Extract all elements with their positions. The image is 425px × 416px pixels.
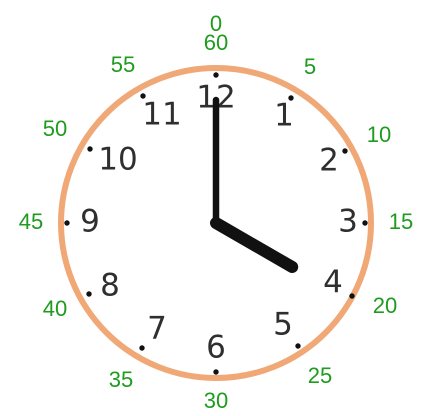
clock-face: 12 1 2 3 4 5 6 7 8 9 10 11 60 5 10 15 20 25 30 35 40 45 50 55 … xyxy=(0,0,425,416)
minute-label-20: 20 xyxy=(373,293,397,318)
hour-hand xyxy=(210,217,299,273)
minute-label-10: 10 xyxy=(367,122,391,147)
minute-label-25: 25 xyxy=(308,363,332,388)
hour-dot-6 xyxy=(213,369,219,375)
hour-dot-7 xyxy=(139,345,145,351)
hour-dot-10 xyxy=(87,146,93,152)
hour-label-8: 8 xyxy=(100,268,120,304)
hour-dot-9 xyxy=(64,220,70,226)
hour-dot-4 xyxy=(349,293,355,299)
minute-label-30: 30 xyxy=(204,388,228,413)
hour-label-9: 9 xyxy=(80,204,100,240)
hour-dot-12 xyxy=(213,72,219,78)
hour-label-5: 5 xyxy=(273,307,293,343)
hour-label-1: 1 xyxy=(274,98,294,134)
minute-label-55: 55 xyxy=(111,52,135,77)
hour-label-4: 4 xyxy=(323,265,343,301)
minute-label-50: 50 xyxy=(43,116,67,141)
hour-dot-2 xyxy=(342,148,348,154)
analog-clock-svg: 12 1234567891011 60510152025303540455055 … xyxy=(19,11,413,413)
hour-label-2: 2 xyxy=(319,143,339,179)
hour-label-6: 6 xyxy=(206,330,226,366)
hour-dot-3 xyxy=(362,220,368,226)
minute-label-15: 15 xyxy=(389,209,413,234)
hour-label-3: 3 xyxy=(338,204,358,240)
hour-label-7: 7 xyxy=(147,311,167,347)
hour-dot-8 xyxy=(86,291,92,297)
hour-label-10: 10 xyxy=(98,142,137,178)
minute-label-40: 40 xyxy=(43,296,67,321)
minute-label-top-zero: 0 xyxy=(210,11,222,36)
hour-dot-5 xyxy=(295,343,301,349)
hour-label-11: 11 xyxy=(142,97,181,133)
minute-label-45: 45 xyxy=(19,209,43,234)
minute-label-5: 5 xyxy=(304,54,316,79)
minute-label-35: 35 xyxy=(109,367,133,392)
